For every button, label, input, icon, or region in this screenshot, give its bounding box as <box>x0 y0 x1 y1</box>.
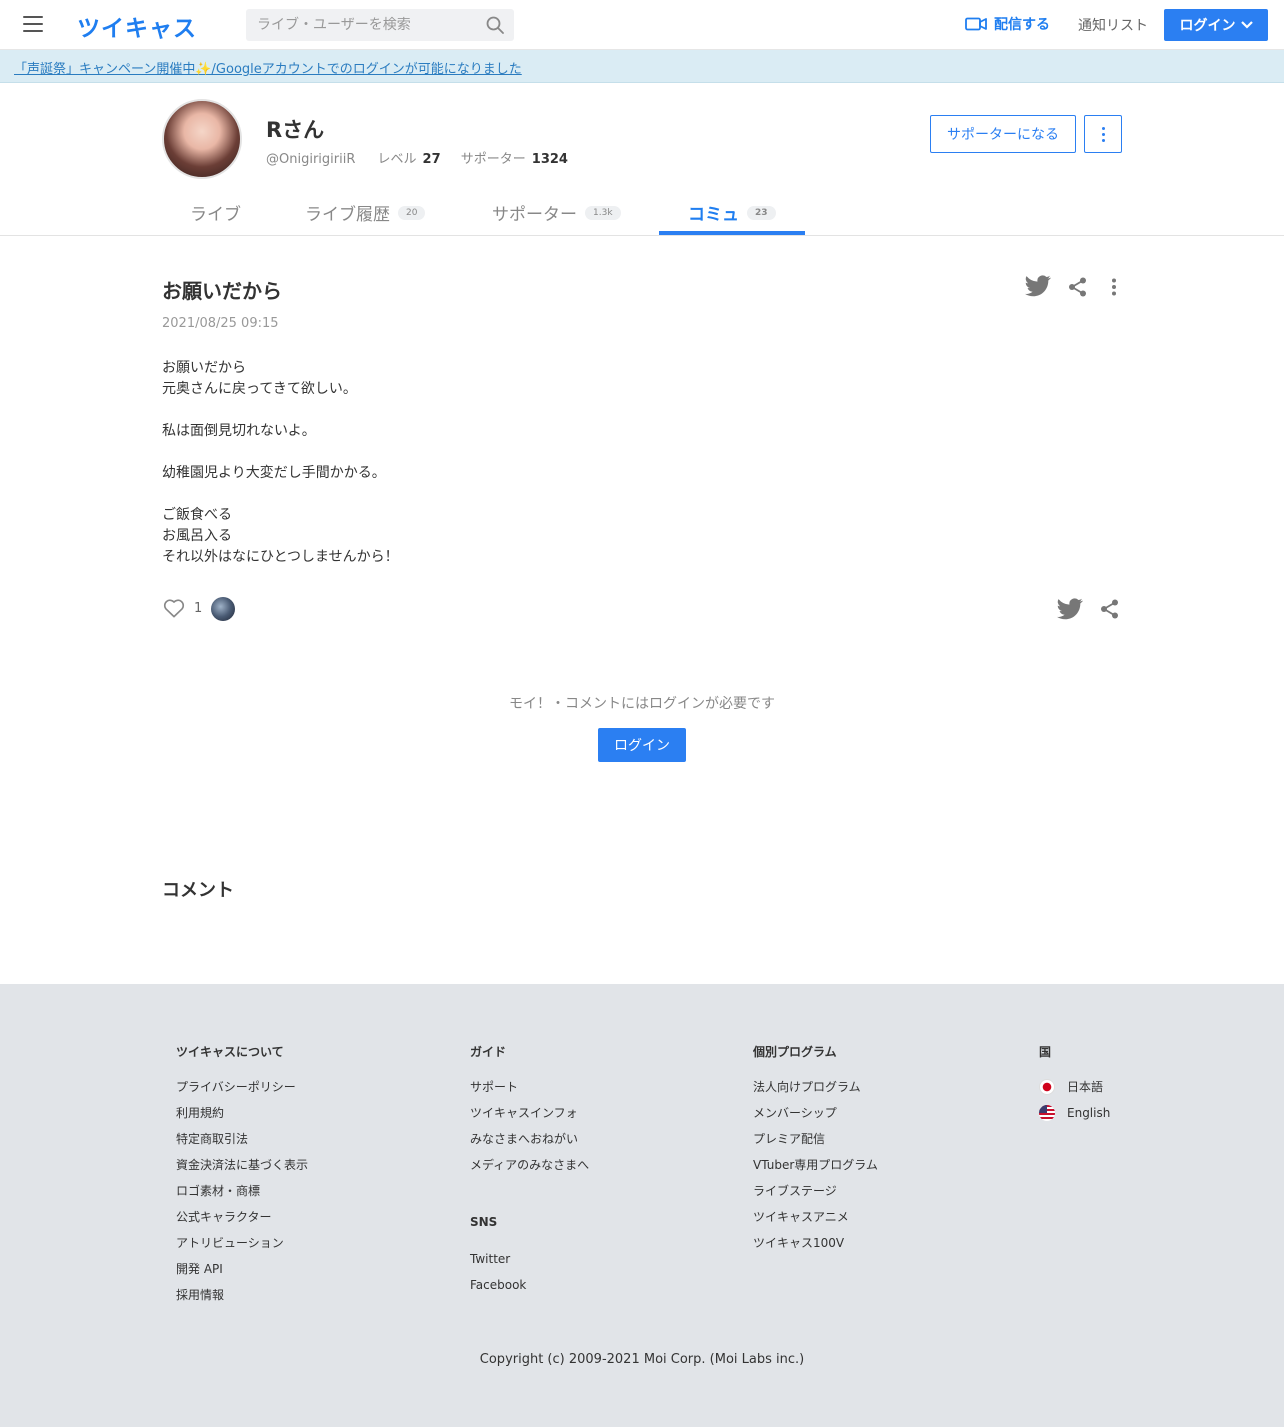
more-dot-icon <box>1102 127 1105 130</box>
profile-more-button[interactable] <box>1084 115 1122 153</box>
twitter-icon[interactable] <box>1057 598 1083 620</box>
video-camera-icon <box>965 17 987 31</box>
tab-badge: 1.3k <box>585 205 621 220</box>
search-icon[interactable] <box>486 16 504 34</box>
footer-link[interactable]: ロゴ素材・商標 <box>176 1183 308 1209</box>
footer-column-programs: 個別プログラム 法人向けプログラム メンバーシップ プレミア配信 VTuber専… <box>753 1043 878 1261</box>
user-meta: @OnigirigiriiR レベル 27 サポーター 1324 <box>266 148 584 167</box>
post-title: お願いだから <box>162 279 282 303</box>
liker-avatar[interactable] <box>211 597 235 621</box>
language-english[interactable]: English <box>1039 1104 1111 1131</box>
heart-icon[interactable] <box>163 598 185 618</box>
footer-column-guide: ガイド サポート ツイキャスインフォ みなさまへおねがい メディアのみなさまへ … <box>470 1043 589 1303</box>
post-more-icon[interactable] <box>1110 278 1118 296</box>
footer-link[interactable]: ツイキャスアニメ <box>753 1209 878 1235</box>
avatar[interactable] <box>162 99 242 179</box>
footer-link[interactable]: 利用規約 <box>176 1105 308 1131</box>
announcement-banner: 「声誕祭」キャンペーン開催中✨/Googleアカウントでのログインが可能になりま… <box>0 50 1284 83</box>
menu-icon[interactable] <box>23 16 43 32</box>
broadcast-button[interactable]: 配信する <box>965 14 1050 34</box>
footer-heading: ツイキャスについて <box>176 1045 284 1059</box>
share-icon[interactable] <box>1100 599 1119 619</box>
footer-column-about: ツイキャスについて プライバシーポリシー 利用規約 特定商取引法 資金決済法に基… <box>176 1043 308 1313</box>
footer-link[interactable]: ツイキャス100V <box>753 1235 878 1261</box>
footer-link[interactable]: ツイキャスインフォ <box>470 1105 589 1131</box>
supporter-label: サポーター <box>460 152 526 167</box>
announcement-link[interactable]: 「声誕祭」キャンペーン開催中✨/Googleアカウントでのログインが可能になりま… <box>14 58 522 77</box>
twitter-icon[interactable] <box>1025 275 1051 297</box>
footer-link[interactable]: みなさまへおねがい <box>470 1131 589 1157</box>
footer-heading: ガイド <box>470 1045 507 1059</box>
footer-link[interactable]: 資金決済法に基づく表示 <box>176 1157 308 1183</box>
footer-link[interactable]: 採用情報 <box>176 1287 308 1313</box>
user-name: Rさん <box>266 118 325 142</box>
footer-link[interactable]: VTuber専用プログラム <box>753 1157 878 1183</box>
footer-link[interactable]: 公式キャラクター <box>176 1209 308 1235</box>
tab-badge: 23 <box>747 205 776 220</box>
footer-link[interactable]: 法人向けプログラム <box>753 1079 878 1105</box>
login-label: ログイン <box>1179 18 1236 34</box>
footer-link[interactable]: 開発 API <box>176 1261 308 1287</box>
become-supporter-button[interactable]: サポーターになる <box>930 115 1076 153</box>
search-input[interactable] <box>246 9 514 41</box>
footer-link[interactable]: プライバシーポリシー <box>176 1079 308 1105</box>
share-icon[interactable] <box>1068 277 1087 297</box>
top-header: ツイキャス 配信する 通知リスト ログイン <box>0 0 1284 50</box>
like-count: 1 <box>194 601 203 616</box>
tab-label: サポーター <box>492 205 577 225</box>
level-value: 27 <box>422 152 441 167</box>
footer-heading: SNS <box>470 1215 498 1229</box>
tab-live-history[interactable]: ライブ履歴 20 <box>305 200 426 225</box>
login-button[interactable]: ログイン <box>598 728 686 762</box>
level-label: レベル <box>377 152 417 167</box>
login-required-message: モイ！・コメントにはログインが必要です <box>509 696 775 712</box>
chevron-down-icon <box>1240 21 1253 29</box>
login-dropdown-button[interactable]: ログイン <box>1164 9 1268 41</box>
supporter-count: 1324 <box>531 152 568 167</box>
broadcast-label: 配信する <box>994 17 1050 33</box>
site-logo[interactable]: ツイキャス <box>77 9 197 43</box>
tab-community[interactable]: コミュ 23 <box>688 200 776 225</box>
notify-list-link[interactable]: 通知リスト <box>1078 15 1148 35</box>
tab-label: コミュ <box>688 205 739 225</box>
tabs-divider <box>0 235 1284 236</box>
footer-heading: 個別プログラム <box>753 1045 837 1059</box>
footer-link[interactable]: メディアのみなさまへ <box>470 1157 589 1183</box>
comments-heading: コメント <box>162 880 234 901</box>
footer-link[interactable]: プレミア配信 <box>753 1131 878 1157</box>
japan-flag-icon <box>1039 1078 1055 1095</box>
language-label: 日本語 <box>1067 1080 1104 1094</box>
language-label: English <box>1067 1106 1111 1120</box>
more-dot-icon <box>1102 133 1105 136</box>
post-body: お願いだから 元奥さんに戻ってきて欲しい。 私は面倒見切れないよ。 幼稚園児より… <box>162 360 399 565</box>
footer-link[interactable]: 特定商取引法 <box>176 1131 308 1157</box>
post-date: 2021/08/25 09:15 <box>162 316 279 331</box>
copyright: Copyright (c) 2009-2021 Moi Corp. (Moi L… <box>479 1352 805 1367</box>
user-handle: @OnigirigiriiR <box>266 152 356 167</box>
tab-label: ライブ履歴 <box>305 205 390 225</box>
footer-column-country: 国 日本語 English <box>1039 1043 1110 1131</box>
tab-live[interactable]: ライブ <box>190 200 241 225</box>
footer-link-facebook[interactable]: Facebook <box>470 1277 589 1303</box>
tab-supporter[interactable]: サポーター 1.3k <box>492 200 621 225</box>
footer-heading: 国 <box>1039 1045 1052 1059</box>
us-flag-icon <box>1039 1104 1055 1121</box>
more-dot-icon <box>1102 139 1105 142</box>
footer-link-twitter[interactable]: Twitter <box>470 1251 589 1277</box>
footer-link[interactable]: サポート <box>470 1079 589 1105</box>
footer-link[interactable]: メンバーシップ <box>753 1105 878 1131</box>
language-japanese[interactable]: 日本語 <box>1039 1078 1110 1105</box>
footer-link[interactable]: アトリビューション <box>176 1235 308 1261</box>
tab-badge: 20 <box>398 205 426 220</box>
footer-link[interactable]: ライブステージ <box>753 1183 878 1209</box>
tab-label: ライブ <box>190 205 241 225</box>
